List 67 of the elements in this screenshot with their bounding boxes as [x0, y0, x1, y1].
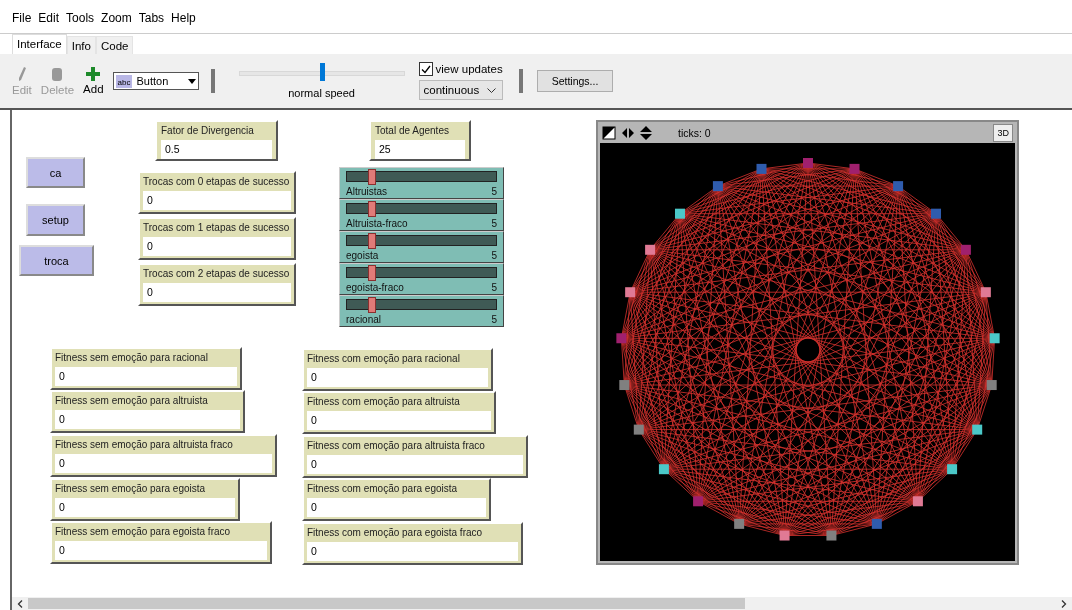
tool-button[interactable]: Add: [83, 67, 104, 95]
monitor: Fitness com emoção para altruista fraco 0: [302, 435, 528, 478]
slider-label: Altruistas: [346, 186, 388, 197]
monitor: Trocas com 1 etapas de sucesso 0: [138, 217, 296, 260]
speed-slider[interactable]: [238, 63, 405, 81]
horizontal-scrollbar[interactable]: [10, 597, 1072, 610]
pencil-icon: [16, 66, 27, 82]
slider-value: 5: [491, 282, 497, 293]
widget-button[interactable]: ca: [26, 157, 85, 188]
speed-label: normal speed: [288, 87, 355, 99]
plus-icon: [86, 67, 101, 81]
slider-widget[interactable]: Altruista-fraco 5: [339, 199, 504, 231]
widget-button[interactable]: setup: [26, 204, 85, 236]
tab[interactable]: Info: [66, 36, 96, 54]
tab[interactable]: Interface: [12, 34, 67, 54]
slider-label: egoista-fraco: [346, 282, 404, 293]
slider-widget[interactable]: racional 5: [339, 295, 504, 327]
tab[interactable]: Code: [95, 36, 134, 54]
slider-value: 5: [491, 250, 497, 261]
monitor: Fitness sem emoção para egoista fraco 0: [50, 521, 272, 564]
monitor: Trocas com 2 etapas de sucesso 0: [138, 263, 296, 306]
monitor: Fitness sem emoção para egoista 0: [50, 478, 240, 521]
slider-thumb[interactable]: [368, 297, 377, 313]
monitor: Fitness com emoção para altruista 0: [302, 391, 496, 434]
slider-label: Altruista-fraco: [346, 218, 408, 229]
slider-thumb[interactable]: [368, 265, 377, 281]
monitor: Trocas com 0 etapas de sucesso 0: [138, 171, 296, 214]
menu-item[interactable]: Edit: [38, 11, 60, 22]
slider-label: egoista: [346, 250, 379, 261]
slider-thumb[interactable]: [368, 169, 377, 185]
3d-button[interactable]: 3D: [993, 123, 1013, 142]
slider-value: 5: [491, 314, 497, 325]
trash-icon: [51, 66, 64, 82]
scroll-left-icon[interactable]: [17, 599, 23, 608]
ticks-label: ticks: 0: [678, 126, 712, 139]
slider-widget[interactable]: egoista-fraco 5: [339, 263, 504, 295]
widget-button[interactable]: troca: [19, 245, 94, 276]
monitor: Fitness sem emoção para altruista 0: [50, 390, 245, 433]
slider-label: racional: [346, 314, 382, 325]
settings-button[interactable]: Settings...: [536, 70, 614, 92]
slider-thumb[interactable]: [368, 201, 377, 217]
menu-item[interactable]: Zoom: [101, 11, 132, 22]
menu-item[interactable]: File: [12, 11, 32, 22]
dropdown-icon: [187, 78, 196, 84]
monitor: Fitness com emoção para egoista 0: [302, 478, 491, 521]
slider-value: 5: [491, 218, 497, 229]
monitor: Fitness sem emoção para altruista fraco 0: [50, 434, 277, 477]
slider-value: 5: [491, 186, 497, 197]
monitor: Fitness com emoção para racional 0: [302, 348, 493, 391]
checkmark-icon: [420, 64, 431, 74]
update-mode-dropdown[interactable]: continuous: [418, 80, 503, 100]
widget-icon: abc: [115, 74, 133, 88]
chevron-down-icon: [487, 87, 497, 93]
menu-item[interactable]: Tabs: [138, 11, 165, 22]
input-widget[interactable]: Total de Agentes 25: [369, 120, 471, 161]
scroll-right-icon[interactable]: [1061, 599, 1067, 608]
monitor: Fitness com emoção para egoista fraco 0: [302, 522, 523, 565]
menu-item[interactable]: Tools: [66, 11, 95, 22]
slider-widget[interactable]: Altruistas 5: [339, 167, 504, 199]
slider-thumb[interactable]: [319, 63, 325, 81]
monitor: Fitness sem emoção para racional 0: [50, 347, 242, 390]
input-widget[interactable]: Fator de Divergencia 0.5: [155, 120, 278, 161]
slider-widget[interactable]: egoista 5: [339, 231, 504, 263]
widget-chooser[interactable]: abc Button: [112, 72, 199, 90]
slider-thumb[interactable]: [368, 233, 377, 249]
view-icons[interactable]: [602, 124, 654, 141]
view-updates-checkbox[interactable]: view updates: [418, 62, 503, 76]
